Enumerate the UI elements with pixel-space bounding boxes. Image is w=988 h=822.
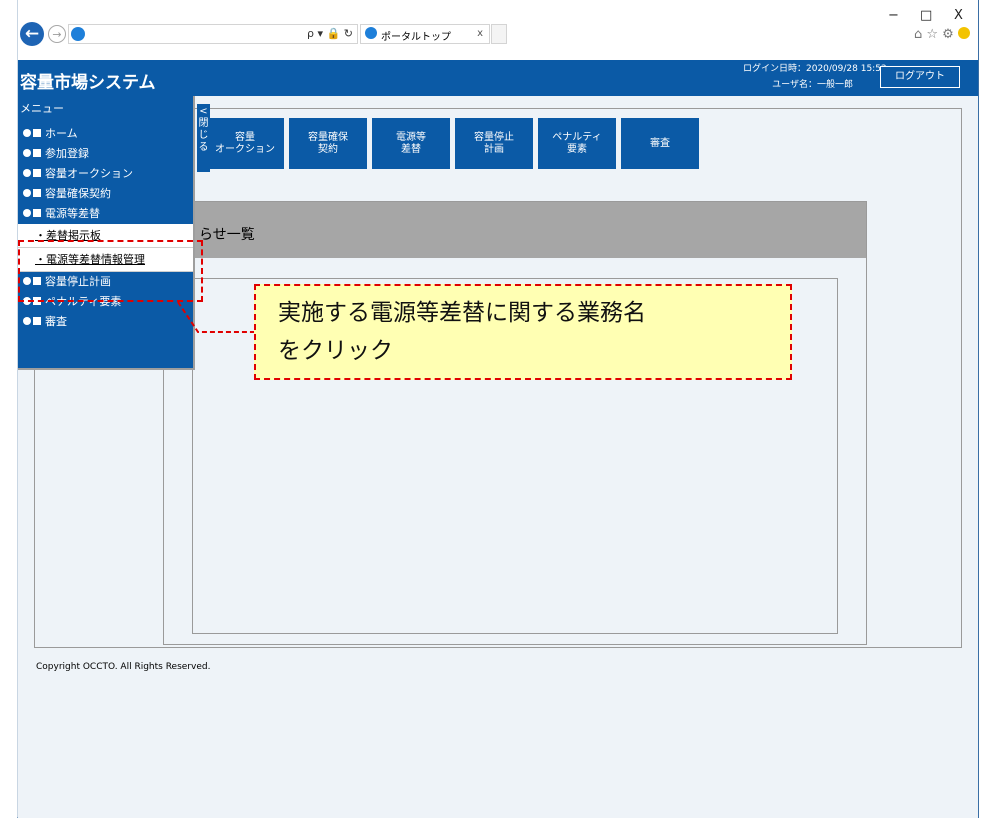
callout-text: 実施する電源等差替に関する業務名 をクリック bbox=[278, 300, 646, 364]
instruction-callout: 実施する電源等差替に関する業務名 をクリック bbox=[254, 284, 792, 380]
copyright: Copyright OCCTO. All Rights Reserved. bbox=[36, 662, 211, 672]
browser-window: ← → ρ ▾ 🔒 ↻ ポータルトップ x − □ X ⌂ ☆ ⚙ 容量市場シス… bbox=[17, 0, 979, 818]
